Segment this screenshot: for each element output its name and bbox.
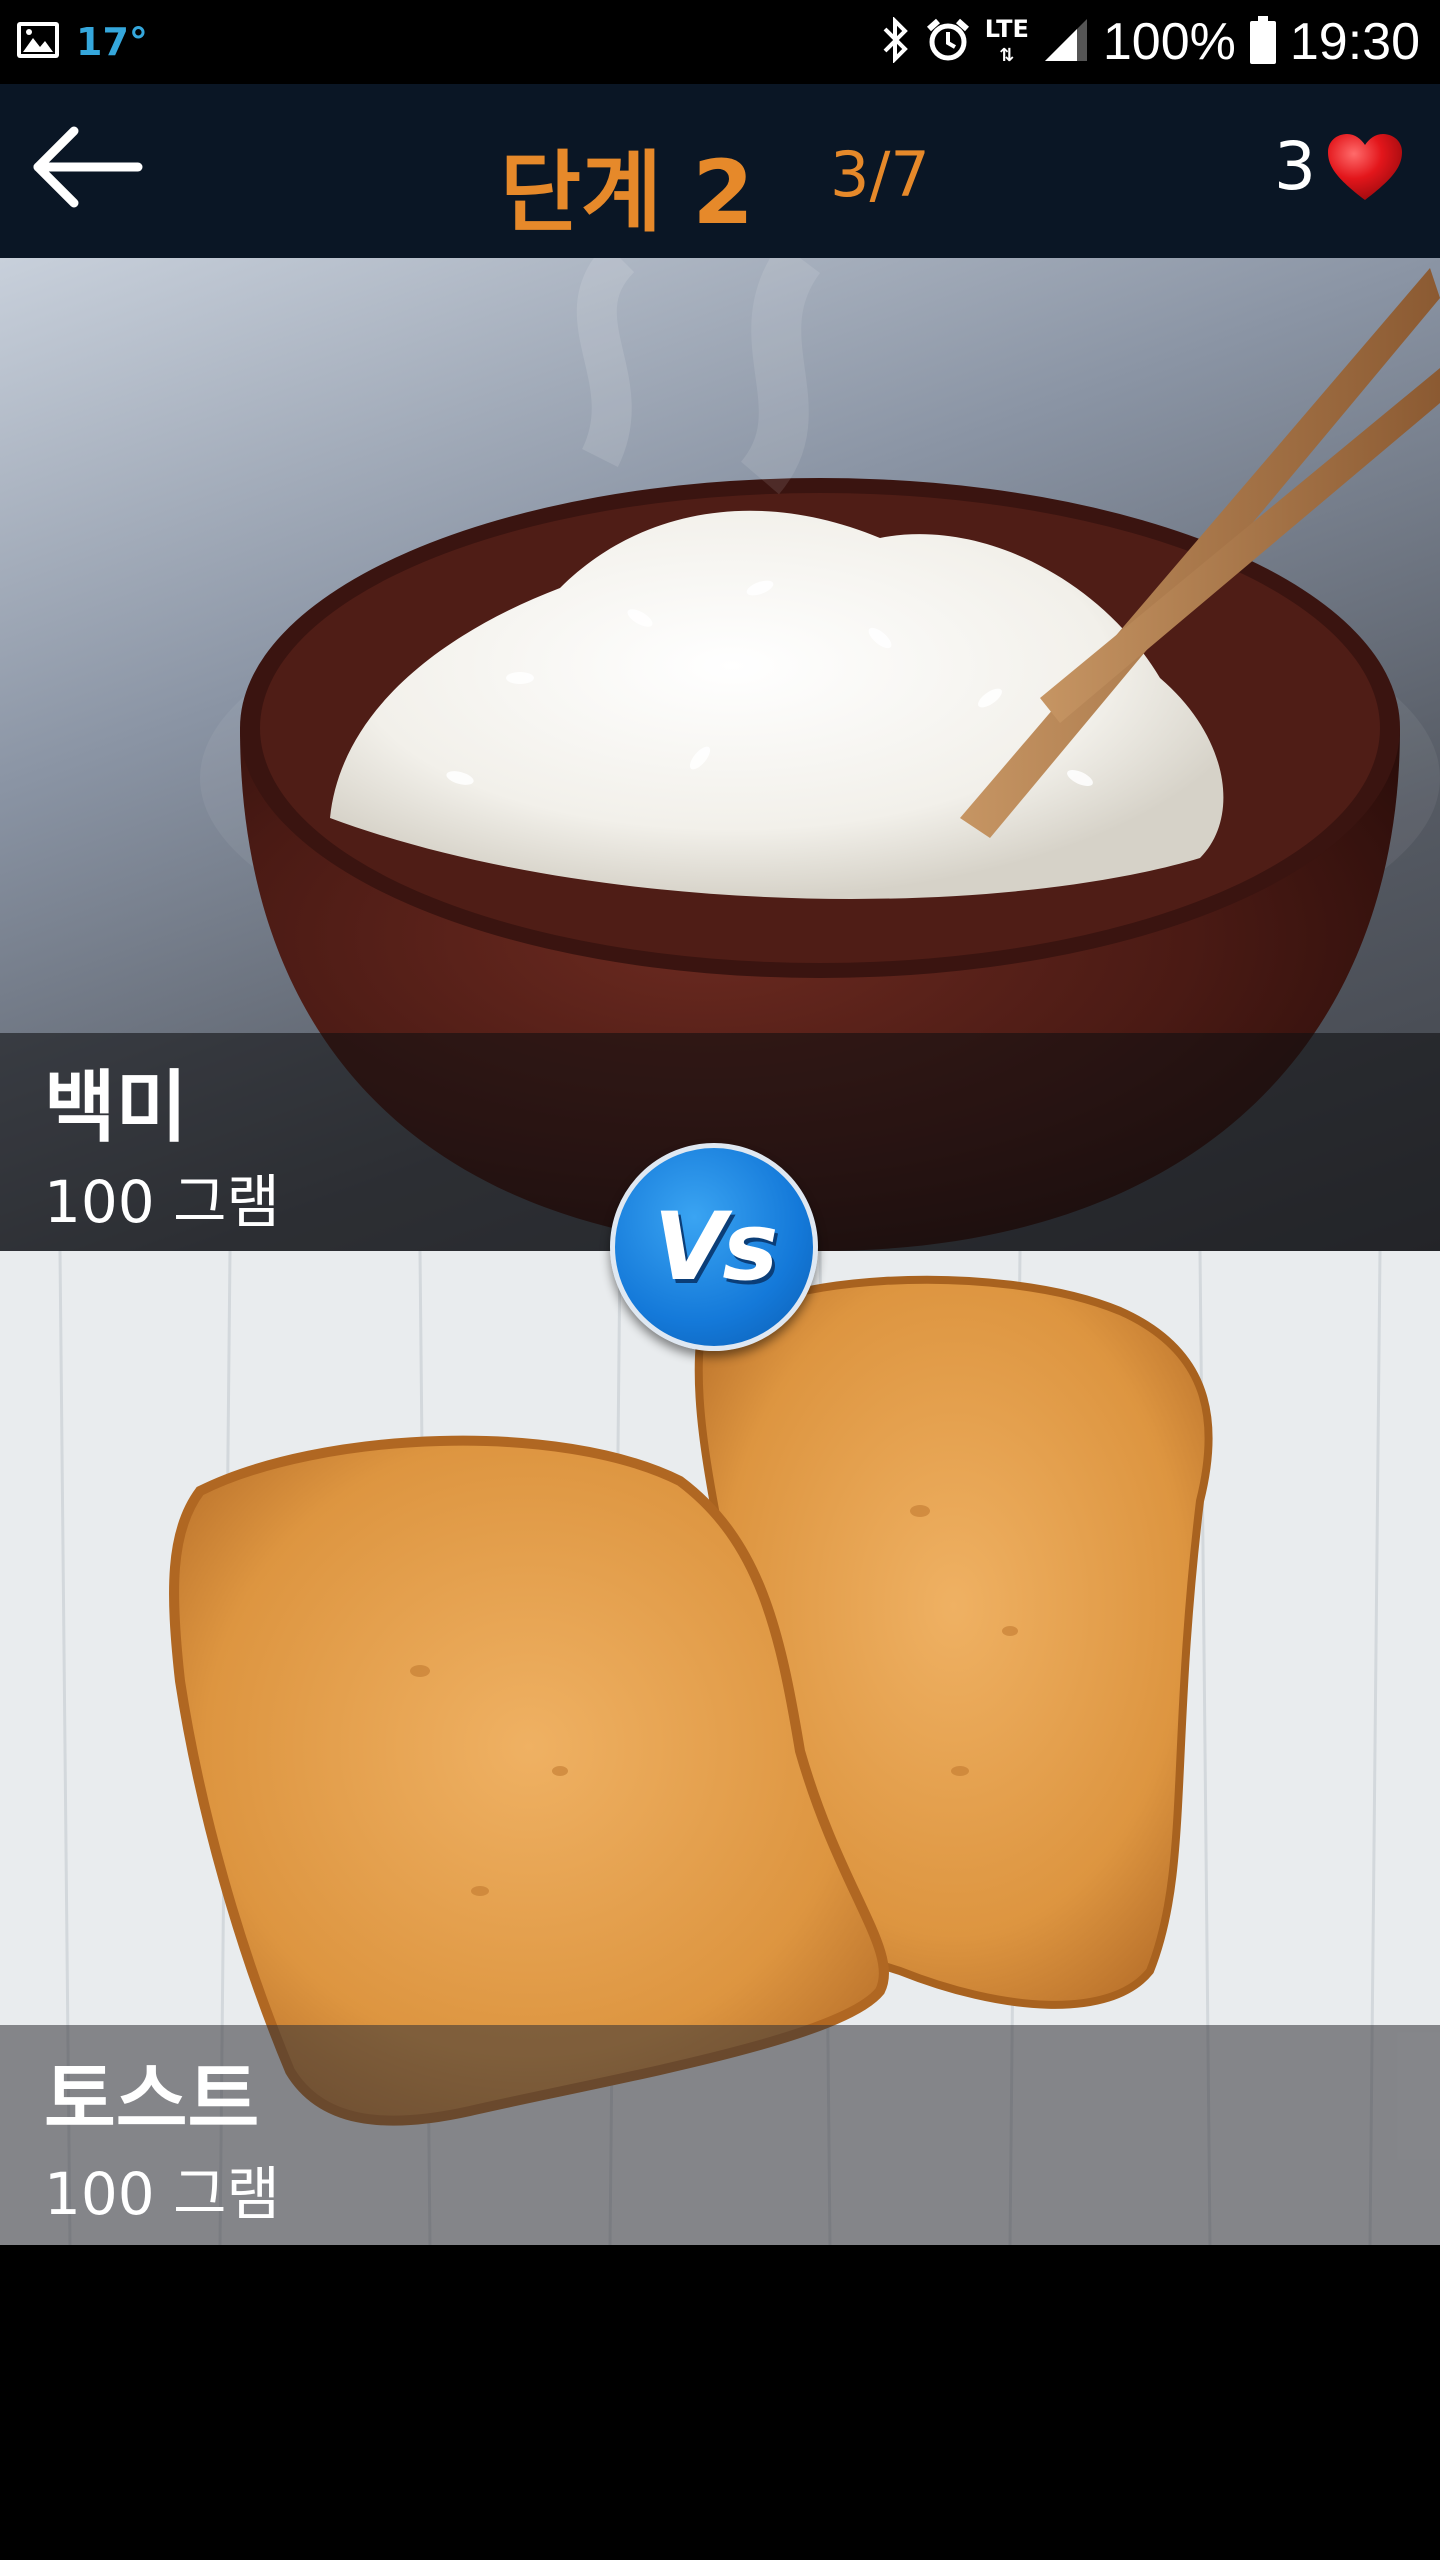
toast-label-band: 토스트 100 그램 <box>0 2025 1440 2245</box>
status-bar: 17° LTE ⇅ 100% 19:30 <box>0 0 1440 84</box>
food-option-rice[interactable]: 백미 100 그램 <box>0 258 1440 1251</box>
heart-icon <box>1328 133 1402 200</box>
alarm-icon <box>925 17 971 67</box>
game-header: 단계 2 3/7 3 <box>0 84 1440 258</box>
lives-indicator: 3 <box>1274 128 1404 205</box>
lives-count: 3 <box>1274 128 1316 205</box>
battery-icon <box>1249 16 1276 68</box>
versus-badge: Vs <box>610 1143 818 1351</box>
food-name: 백미 <box>44 1063 188 1153</box>
network-type: LTE ⇅ <box>984 14 1029 66</box>
food-option-toast[interactable]: 토스트 100 그램 <box>0 1251 1440 2245</box>
gallery-icon <box>16 21 60 63</box>
level-title: 단계 2 <box>500 141 754 244</box>
question-counter: 3/7 <box>830 138 930 211</box>
bluetooth-icon <box>881 16 911 67</box>
food-amount: 100 그램 <box>44 1168 280 1236</box>
signal-icon <box>1043 17 1089 67</box>
battery-percentage: 100% <box>1102 13 1236 71</box>
back-arrow-icon <box>33 126 143 208</box>
clock: 19:30 <box>1289 13 1420 71</box>
versus-label: Vs <box>653 1192 779 1302</box>
food-amount: 100 그램 <box>44 2160 280 2228</box>
food-name: 토스트 <box>44 2055 260 2145</box>
back-button[interactable] <box>28 124 158 220</box>
weather-temperature: 17° <box>76 20 148 64</box>
